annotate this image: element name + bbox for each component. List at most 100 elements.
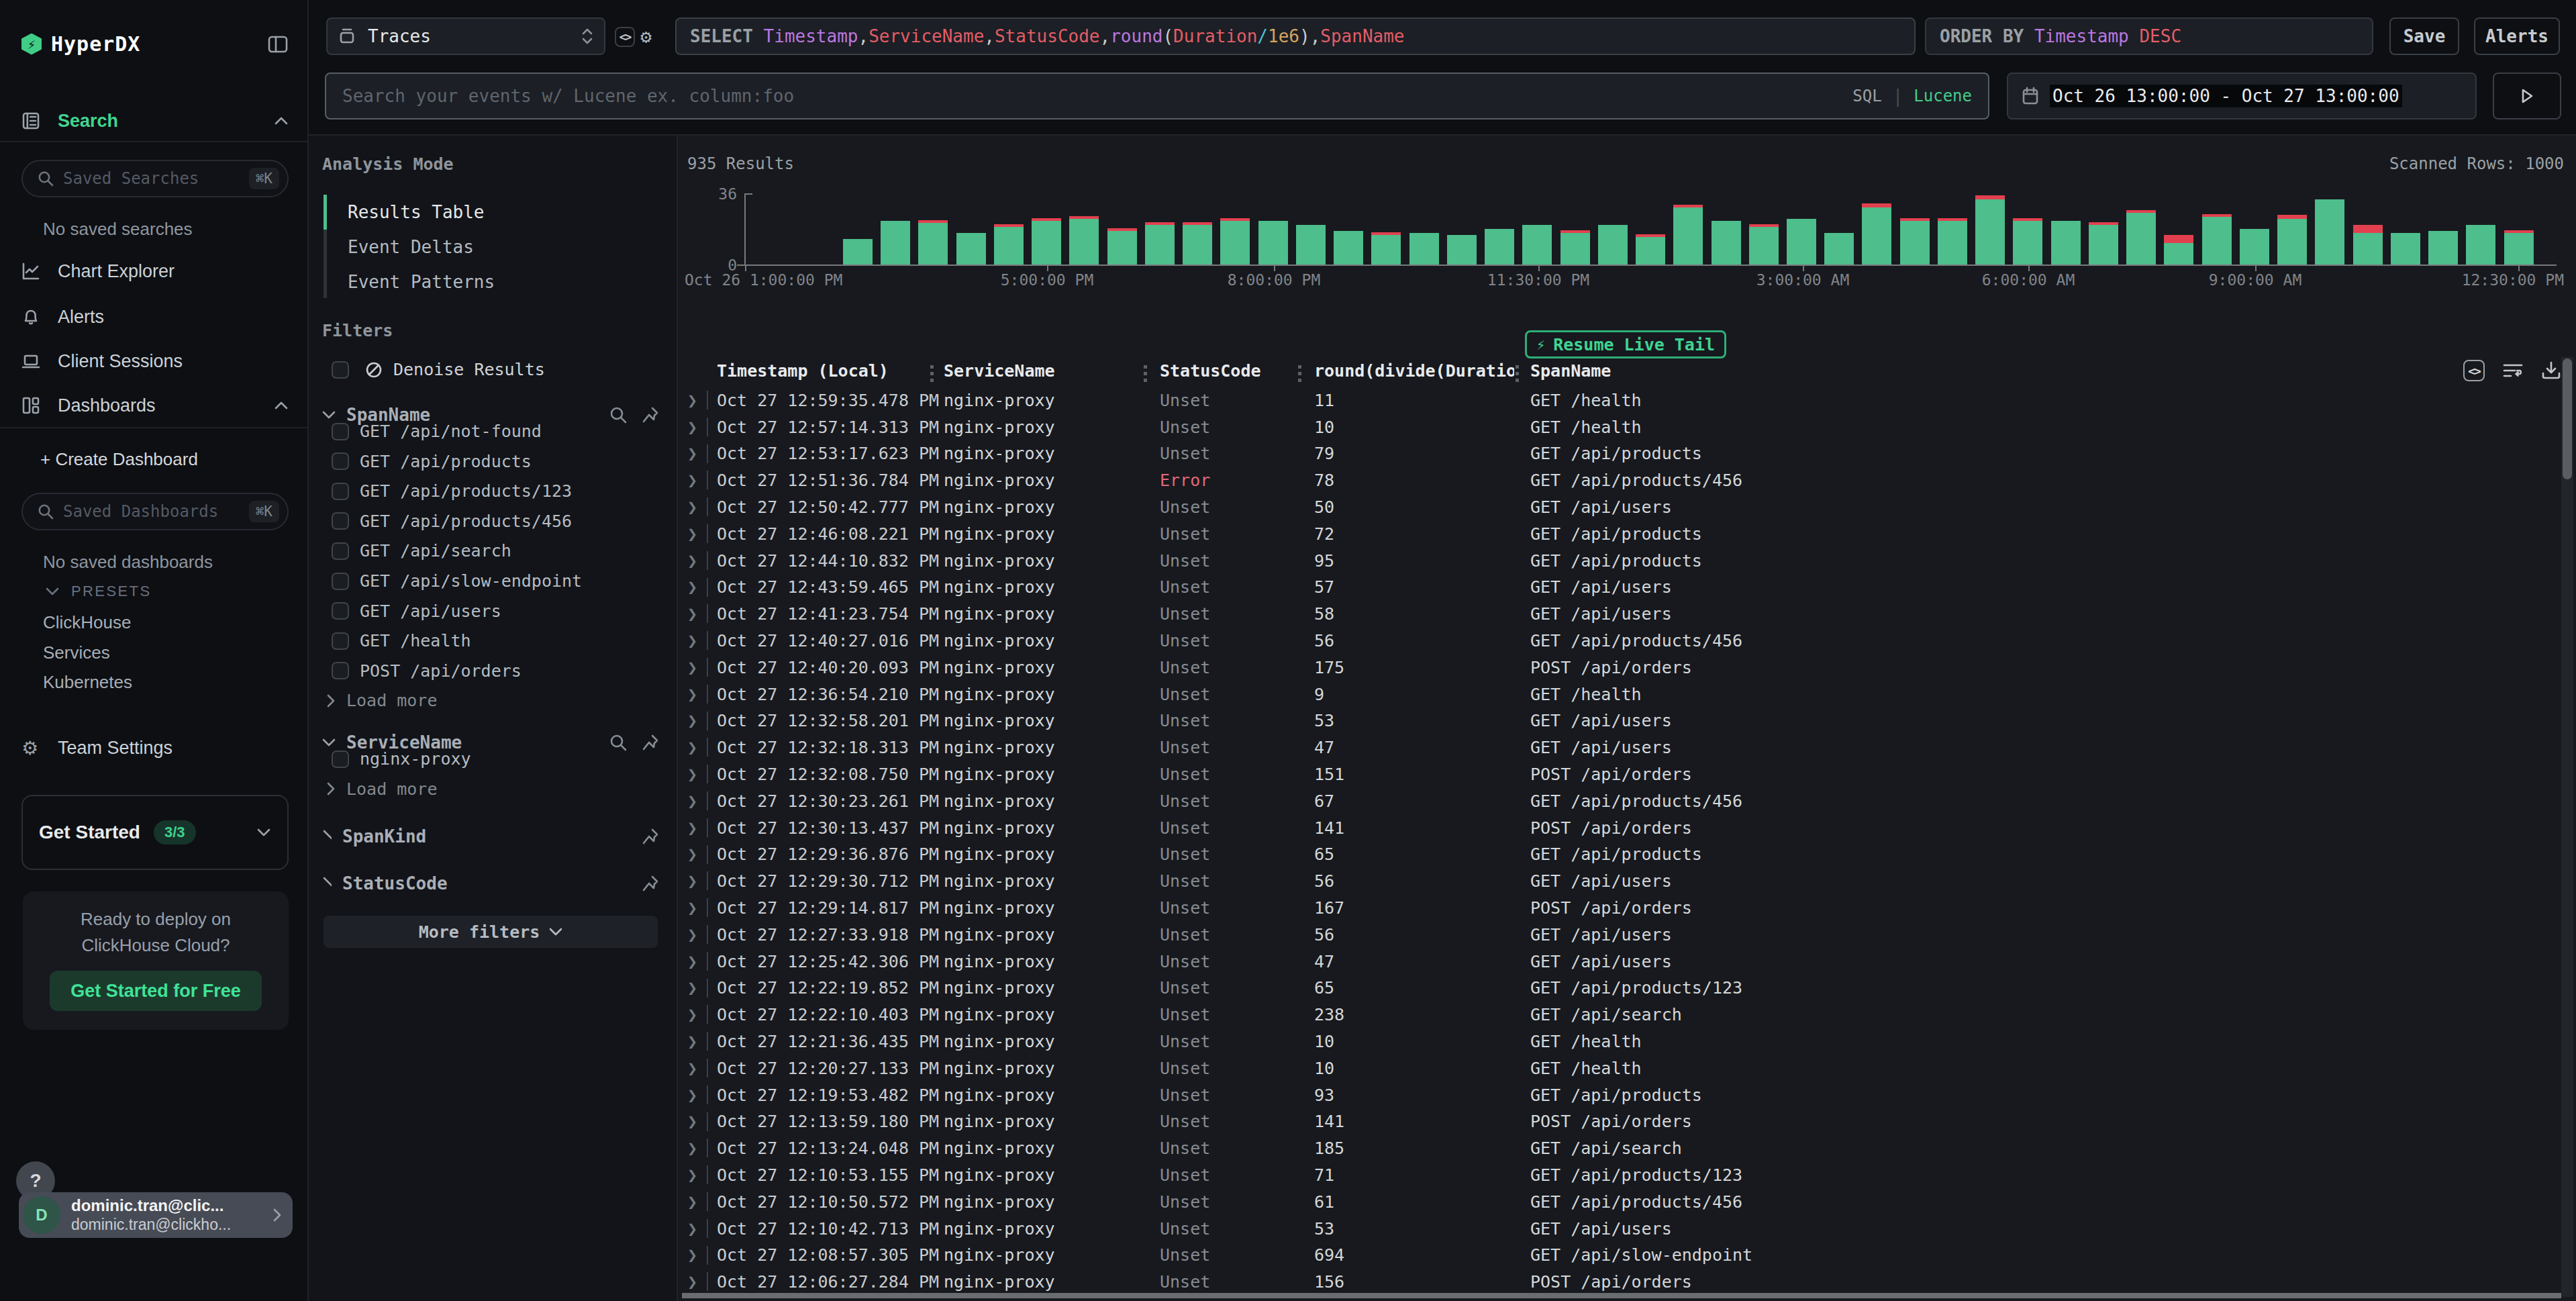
table-row[interactable]: ❯Oct 27 12:13:59.180 PMnginx-proxyUnset1… [678,1108,2561,1135]
run-query-button[interactable] [2493,73,2561,119]
histogram-bar[interactable] [1673,136,1703,264]
histogram-bar[interactable] [1862,136,1891,264]
pin-icon[interactable] [642,828,659,845]
sidebar-item-team-settings[interactable]: ⚙ Team Settings [21,734,289,761]
orderby-input[interactable]: ORDER BY Timestamp DESC [1925,17,2373,55]
histogram-bar[interactable] [1824,136,1854,264]
histogram-bar[interactable] [918,136,948,264]
histogram-bar[interactable] [1296,136,1326,264]
table-row[interactable]: ❯Oct 27 12:10:53.155 PMnginx-proxyUnset7… [678,1161,2561,1188]
histogram-bar[interactable] [1409,136,1439,264]
create-dashboard-button[interactable]: + Create Dashboard [40,446,289,473]
analysis-mode-results-table[interactable]: Results Table [348,199,485,226]
table-row[interactable]: ❯Oct 27 12:32:58.201 PMnginx-proxyUnset5… [678,708,2561,734]
saved-dashboards-input[interactable]: Saved Dashboards ⌘K [21,493,289,530]
filter-item-checkbox[interactable]: GET /api/products/456 [332,512,572,531]
histogram-bar[interactable] [1522,136,1552,264]
table-row[interactable]: ❯Oct 27 12:25:42.306 PMnginx-proxyUnset4… [678,948,2561,975]
sql-editor-toggle-button[interactable]: <> [615,27,635,47]
expand-row-icon[interactable]: ❯ [687,1058,697,1077]
sidebar-preset-kubernetes[interactable]: Kubernetes [43,672,132,693]
histogram-bar[interactable] [1787,136,1816,264]
sidebar-preset-clickhouse[interactable]: ClickHouse [43,612,132,633]
vertical-scrollbar-track[interactable] [2561,357,2573,1297]
expand-row-icon[interactable]: ❯ [687,711,697,730]
histogram-bar[interactable] [2391,136,2420,264]
table-row[interactable]: ❯Oct 27 12:29:30.712 PMnginx-proxyUnset5… [678,867,2561,894]
saved-searches-input[interactable]: Saved Searches ⌘K [21,160,289,197]
column-resize-handle[interactable] [1298,365,1301,383]
histogram-bar[interactable] [2466,136,2495,264]
table-row[interactable]: ❯Oct 27 12:22:10.403 PMnginx-proxyUnset2… [678,1001,2561,1028]
table-row[interactable]: ❯Oct 27 12:22:19.852 PMnginx-proxyUnset6… [678,975,2561,1002]
table-row[interactable]: ❯Oct 27 12:57:14.313 PMnginx-proxyUnset1… [678,414,2561,440]
expand-row-icon[interactable]: ❯ [687,1165,697,1185]
column-header-duration[interactable]: round(divide(Duration, [1314,361,1514,381]
table-row[interactable]: ❯Oct 27 12:27:33.918 PMnginx-proxyUnset5… [678,921,2561,948]
expand-row-icon[interactable]: ❯ [687,738,697,757]
search-input[interactable]: Search your events w/ Lucene ex. column:… [325,73,1989,119]
histogram-bar[interactable] [1598,136,1628,264]
filter-group-spankind[interactable]: SpanKind [322,823,659,850]
table-row[interactable]: ❯Oct 27 12:29:36.876 PMnginx-proxyUnset6… [678,841,2561,868]
table-row[interactable]: ❯Oct 27 12:30:13.437 PMnginx-proxyUnset1… [678,814,2561,841]
histogram-bar[interactable] [1220,136,1250,264]
pin-icon[interactable] [642,734,659,751]
expand-row-icon[interactable]: ❯ [687,631,697,650]
expand-row-icon[interactable]: ❯ [687,898,697,918]
alerts-button[interactable]: Alerts [2474,17,2560,55]
table-row[interactable]: ❯Oct 27 12:32:18.313 PMnginx-proxyUnset4… [678,734,2561,761]
column-header-timestamp[interactable]: Timestamp (Local) [717,361,932,381]
histogram-bar[interactable] [2240,136,2269,264]
histogram-bar[interactable] [1334,136,1363,264]
expand-row-icon[interactable]: ❯ [687,1112,697,1131]
expand-row-icon[interactable]: ❯ [687,951,697,971]
horizontal-scrollbar[interactable] [682,1293,2561,1298]
search-icon[interactable] [609,406,627,424]
table-row[interactable]: ❯Oct 27 12:53:17.623 PMnginx-proxyUnset7… [678,440,2561,467]
expand-row-icon[interactable]: ❯ [687,417,697,436]
histogram-bar[interactable] [994,136,1024,264]
expand-row-icon[interactable]: ❯ [687,604,697,624]
collapse-sidebar-icon[interactable] [267,34,289,55]
expand-row-icon[interactable]: ❯ [687,444,697,463]
analysis-mode-event-patterns[interactable]: Event Patterns [348,269,495,295]
histogram-bar[interactable] [2202,136,2232,264]
filter-item-checkbox[interactable]: GET /api/users [332,601,501,621]
table-row[interactable]: ❯Oct 27 12:19:53.482 PMnginx-proxyUnset9… [678,1081,2561,1108]
histogram-bar[interactable] [2164,136,2193,264]
table-row[interactable]: ❯Oct 27 12:40:27.016 PMnginx-proxyUnset5… [678,627,2561,654]
table-row[interactable]: ❯Oct 27 12:59:35.478 PMnginx-proxyUnset1… [678,387,2561,414]
table-row[interactable]: ❯Oct 27 12:36:54.210 PMnginx-proxyUnset9… [678,681,2561,708]
column-resize-handle[interactable] [930,365,934,383]
filter-item-checkbox[interactable]: GET /api/slow-endpoint [332,571,582,591]
filter-group-statuscode[interactable]: StatusCode [322,870,659,897]
histogram-bar[interactable] [956,136,986,264]
histogram-bar[interactable] [1561,136,1590,264]
histogram-bar[interactable] [1145,136,1175,264]
mode-lucene-toggle[interactable]: Lucene [1914,87,1972,105]
date-range-input[interactable]: Oct 26 13:00:00 - Oct 27 13:00:00 [2007,73,2477,119]
denoise-results-checkbox[interactable]: Denoise Results [332,360,545,379]
filter-item-checkbox[interactable]: nginx-proxy [332,749,471,769]
expand-row-icon[interactable]: ❯ [687,390,697,409]
expand-row-icon[interactable]: ❯ [687,1272,697,1292]
expand-row-icon[interactable]: ❯ [687,1192,697,1211]
filter-item-checkbox[interactable]: GET /api/search [332,541,511,561]
pin-icon[interactable] [642,406,659,424]
expand-row-icon[interactable]: ❯ [687,471,697,490]
table-row[interactable]: ❯Oct 27 12:40:20.093 PMnginx-proxyUnset1… [678,654,2561,681]
table-row[interactable]: ❯Oct 27 12:41:23.754 PMnginx-proxyUnset5… [678,600,2561,627]
table-row[interactable]: ❯Oct 27 12:43:59.465 PMnginx-proxyUnset5… [678,574,2561,601]
table-row[interactable]: ❯Oct 27 12:51:36.784 PMnginx-proxyError7… [678,467,2561,493]
expand-row-icon[interactable]: ❯ [687,791,697,810]
column-header-servicename[interactable]: ServiceName [944,361,1145,381]
histogram-bar[interactable] [1485,136,1514,264]
histogram-bar[interactable] [1371,136,1401,264]
more-filters-button[interactable]: More filters [324,916,658,948]
histogram-bar[interactable] [2428,136,2458,264]
sidebar-preset-services[interactable]: Services [43,642,110,663]
search-icon[interactable] [609,734,627,751]
sidebar-item-alerts[interactable]: Alerts [21,303,289,330]
sidebar-item-client-sessions[interactable]: Client Sessions [21,348,289,375]
